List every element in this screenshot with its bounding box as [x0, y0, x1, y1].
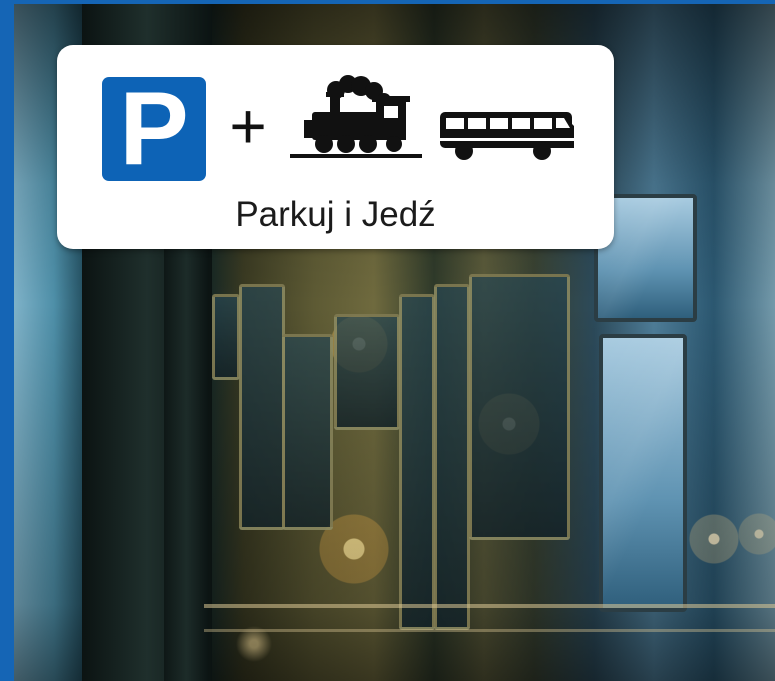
parking-letter: P	[119, 71, 189, 187]
tram-window	[334, 314, 400, 430]
steam-train-icon	[290, 75, 422, 158]
bus-icon	[440, 112, 574, 160]
logo-caption: Parkuj i Jedź	[235, 195, 436, 234]
tram-window	[212, 294, 240, 380]
parking-sign-icon: P	[102, 77, 206, 181]
tram-window	[282, 334, 333, 530]
bright-window-lower	[599, 334, 687, 612]
platform-rail	[204, 604, 775, 608]
tram-door-window	[399, 294, 435, 630]
tram-window	[469, 274, 570, 540]
tram-door-window	[434, 284, 470, 630]
plus-sign: +	[229, 90, 267, 162]
tram-window	[239, 284, 285, 530]
platform-rail	[204, 629, 775, 632]
door-frame	[164, 244, 209, 681]
